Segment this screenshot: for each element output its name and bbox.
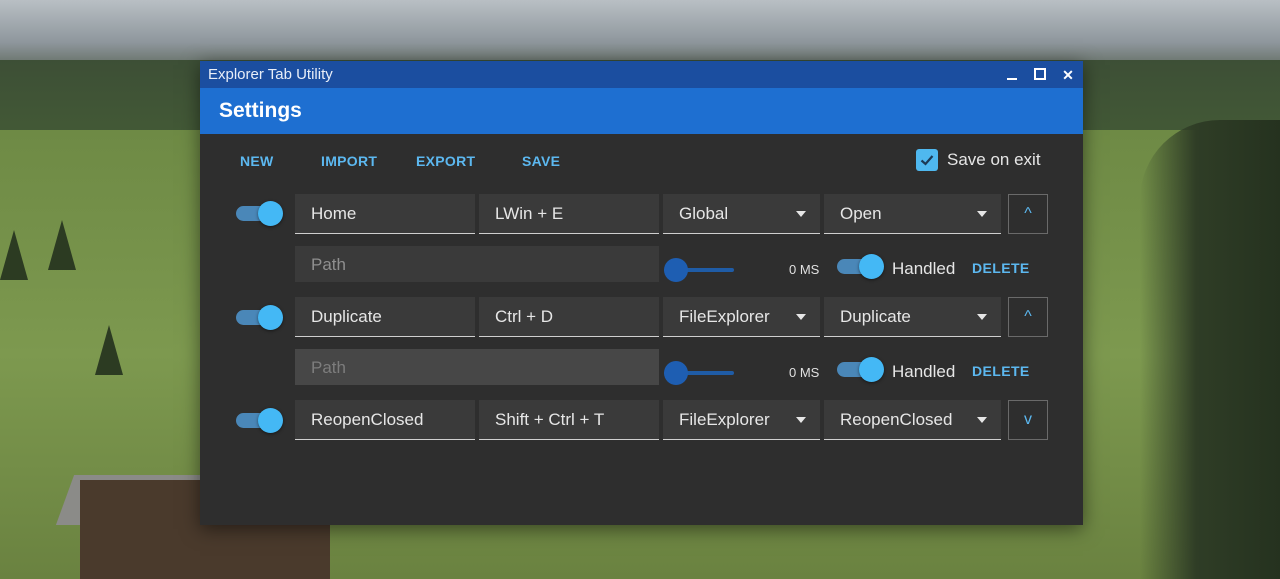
scope-select[interactable]: FileExplorer bbox=[663, 297, 820, 337]
action-select[interactable]: ReopenClosed bbox=[824, 400, 1001, 440]
delay-value: 0 MS bbox=[789, 365, 820, 380]
name-field[interactable]: Home bbox=[295, 194, 475, 234]
save-on-exit-checkbox[interactable]: Save on exit bbox=[916, 149, 1041, 171]
page-title: Settings bbox=[219, 99, 302, 122]
hotkey-field[interactable]: LWin + E bbox=[479, 194, 659, 234]
maximize-icon bbox=[1034, 67, 1046, 80]
action-select[interactable]: Duplicate bbox=[824, 297, 1001, 337]
minimize-button[interactable] bbox=[1005, 68, 1019, 82]
delete-button[interactable]: DELETE bbox=[972, 363, 1030, 379]
toolbar: NEW IMPORT EXPORT SAVE Save on exit bbox=[200, 145, 1083, 177]
hotkey-field[interactable]: Shift + Ctrl + T bbox=[479, 400, 659, 440]
name-field[interactable]: Duplicate bbox=[295, 297, 475, 337]
background-pine bbox=[48, 220, 76, 270]
delete-button[interactable]: DELETE bbox=[972, 260, 1030, 276]
new-button[interactable]: NEW bbox=[240, 153, 274, 169]
chevron-up-icon: ^ bbox=[1024, 308, 1032, 325]
scope-select-value: FileExplorer bbox=[679, 410, 770, 429]
row-enabled-toggle[interactable] bbox=[236, 408, 283, 433]
close-icon: ✕ bbox=[1062, 66, 1074, 83]
export-button[interactable]: EXPORT bbox=[416, 153, 475, 169]
import-button[interactable]: IMPORT bbox=[321, 153, 377, 169]
handled-toggle[interactable] bbox=[837, 357, 884, 382]
chevron-up-icon: ^ bbox=[1024, 205, 1032, 222]
hotkey-field[interactable]: Ctrl + D bbox=[479, 297, 659, 337]
caret-down-icon bbox=[977, 417, 987, 423]
save-button[interactable]: SAVE bbox=[522, 153, 560, 169]
action-select-value: ReopenClosed bbox=[840, 410, 953, 429]
app-window: Explorer Tab Utility ✕ Settings NEW IMPO… bbox=[200, 61, 1083, 525]
caret-down-icon bbox=[796, 314, 806, 320]
maximize-button[interactable] bbox=[1033, 67, 1047, 82]
row-enabled-toggle[interactable] bbox=[236, 201, 283, 226]
row-enabled-toggle[interactable] bbox=[236, 305, 283, 330]
caret-down-icon bbox=[796, 211, 806, 217]
action-select[interactable]: Open bbox=[824, 194, 1001, 234]
delay-value: 0 MS bbox=[789, 262, 820, 277]
chevron-down-icon: v bbox=[1024, 411, 1032, 428]
scope-select-value: FileExplorer bbox=[679, 307, 770, 326]
handled-label: Handled bbox=[892, 362, 956, 381]
window-title: Explorer Tab Utility bbox=[208, 66, 333, 83]
background-tree bbox=[1140, 120, 1280, 579]
handled-label: Handled bbox=[892, 259, 956, 278]
checkbox-checked-icon[interactable] bbox=[916, 149, 938, 171]
move-up-button[interactable]: ^ bbox=[1008, 194, 1048, 234]
minimize-icon bbox=[1007, 77, 1017, 80]
save-on-exit-label: Save on exit bbox=[947, 150, 1041, 169]
background-pine bbox=[95, 325, 123, 375]
action-select-value: Duplicate bbox=[840, 307, 911, 326]
close-button[interactable]: ✕ bbox=[1061, 68, 1075, 82]
scope-select[interactable]: FileExplorer bbox=[663, 400, 820, 440]
move-up-button[interactable]: ^ bbox=[1008, 297, 1048, 337]
window-controls: ✕ bbox=[1005, 67, 1075, 82]
scope-select-value: Global bbox=[679, 204, 729, 223]
title-bar[interactable]: Explorer Tab Utility ✕ bbox=[200, 61, 1083, 88]
action-select-value: Open bbox=[840, 204, 882, 223]
delay-slider[interactable] bbox=[664, 360, 736, 386]
delay-slider[interactable] bbox=[664, 257, 736, 283]
name-field[interactable]: ReopenClosed bbox=[295, 400, 475, 440]
move-down-button[interactable]: v bbox=[1008, 400, 1048, 440]
caret-down-icon bbox=[977, 211, 987, 217]
background-pine bbox=[0, 230, 28, 280]
path-input[interactable]: Path bbox=[295, 246, 659, 282]
handled-toggle[interactable] bbox=[837, 254, 884, 279]
path-input[interactable]: Path bbox=[295, 349, 659, 385]
caret-down-icon bbox=[977, 314, 987, 320]
caret-down-icon bbox=[796, 417, 806, 423]
scope-select[interactable]: Global bbox=[663, 194, 820, 234]
settings-header: Settings bbox=[200, 88, 1083, 134]
